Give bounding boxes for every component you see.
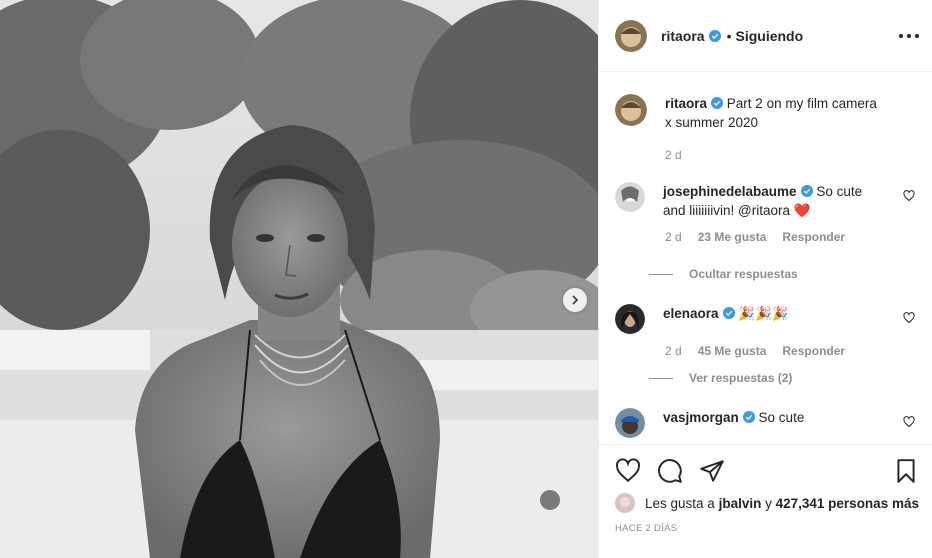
replies-toggle-label: Ver respuestas (2)	[689, 371, 793, 385]
ellipsis-dot	[907, 34, 911, 38]
commenter-username[interactable]: elenaora	[663, 306, 719, 321]
verified-badge-icon	[711, 97, 724, 109]
save-button[interactable]	[893, 458, 919, 484]
caption-text: ritaora Part 2 on my film camera x summe…	[665, 94, 885, 132]
hide-replies-toggle[interactable]: Ocultar respuestas	[649, 267, 798, 281]
commenter-avatar[interactable]	[615, 408, 645, 438]
comment-item: elenaora 🎉🎉🎉 2 d 45 Me gusta Responder	[615, 304, 915, 358]
commenter-avatar[interactable]	[615, 304, 645, 334]
liker-username[interactable]: jbalvin	[719, 496, 762, 511]
commenter-avatar[interactable]	[615, 182, 645, 212]
reply-button[interactable]: Responder	[782, 344, 845, 358]
comments-list[interactable]: ritaora Part 2 on my film camera x summe…	[599, 72, 932, 444]
post-panel: ritaora • Siguiendo ritaora Part 2 on my…	[598, 0, 932, 558]
comment-item: josephinedelabaume So cute and liiiiiiiv…	[615, 182, 915, 244]
likes-prefix: Les gusta a	[645, 495, 715, 511]
author-username[interactable]: ritaora	[661, 28, 705, 44]
comment-likes[interactable]: 45 Me gusta	[698, 344, 767, 358]
post-photo[interactable]	[0, 0, 598, 558]
next-image-button[interactable]	[563, 288, 587, 312]
post-actions: Les gusta a jbalvin y 427,341 personas m…	[599, 444, 932, 558]
view-replies-toggle[interactable]: Ver respuestas (2)	[649, 371, 792, 385]
share-button[interactable]	[699, 458, 725, 484]
likes-conj: y	[765, 495, 772, 511]
likes-summary: Les gusta a jbalvin y 427,341 personas m…	[615, 493, 919, 513]
like-comment-heart-icon[interactable]	[903, 416, 915, 428]
verified-badge-icon	[708, 29, 721, 42]
post-header: ritaora • Siguiendo	[599, 0, 932, 72]
liker-avatar[interactable]	[615, 493, 635, 513]
like-button[interactable]	[615, 458, 641, 484]
comment-icon	[658, 459, 682, 483]
replies-line	[649, 273, 673, 275]
verified-badge-icon	[742, 411, 755, 423]
heart-icon	[615, 458, 641, 483]
ellipsis-icon	[899, 34, 903, 38]
follow-button[interactable]: Siguiendo	[735, 28, 803, 44]
verified-badge-icon	[800, 185, 813, 197]
likes-count[interactable]: 427,341 personas más	[776, 496, 919, 511]
replies-toggle-label: Ocultar respuestas	[689, 267, 798, 281]
separator-dot: •	[726, 27, 732, 44]
photo-image	[0, 0, 598, 558]
commenter-username[interactable]: vasjmorgan	[663, 410, 739, 425]
like-comment-heart-icon[interactable]	[903, 312, 915, 324]
comment-age[interactable]: 2 d	[665, 230, 682, 244]
reply-button[interactable]: Responder	[782, 230, 845, 244]
comment-age[interactable]: 2 d	[665, 344, 682, 358]
replies-line	[649, 377, 673, 379]
comment-button[interactable]	[657, 458, 683, 484]
caption-age[interactable]: 2 d	[665, 148, 682, 162]
like-comment-heart-icon[interactable]	[903, 190, 915, 202]
more-options-button[interactable]	[899, 27, 919, 45]
chevron-right-icon	[572, 295, 579, 305]
paper-plane-icon	[700, 460, 724, 482]
commenter-username[interactable]: josephinedelabaume	[663, 184, 797, 199]
comment-text: 🎉🎉🎉	[738, 306, 789, 321]
post-timestamp[interactable]: HACE 2 DÍAS	[615, 523, 677, 534]
post-caption: ritaora Part 2 on my film camera x summe…	[615, 94, 915, 162]
comment-likes[interactable]: 23 Me gusta	[698, 230, 767, 244]
author-avatar[interactable]	[615, 94, 647, 126]
caption-username[interactable]: ritaora	[665, 96, 707, 111]
bookmark-icon	[897, 459, 915, 483]
verified-badge-icon	[722, 307, 735, 319]
comment-item: vasjmorgan So cute	[615, 408, 915, 438]
comment-text: So cute	[758, 410, 805, 425]
ellipsis-dot	[915, 34, 919, 38]
author-avatar[interactable]	[615, 19, 647, 52]
